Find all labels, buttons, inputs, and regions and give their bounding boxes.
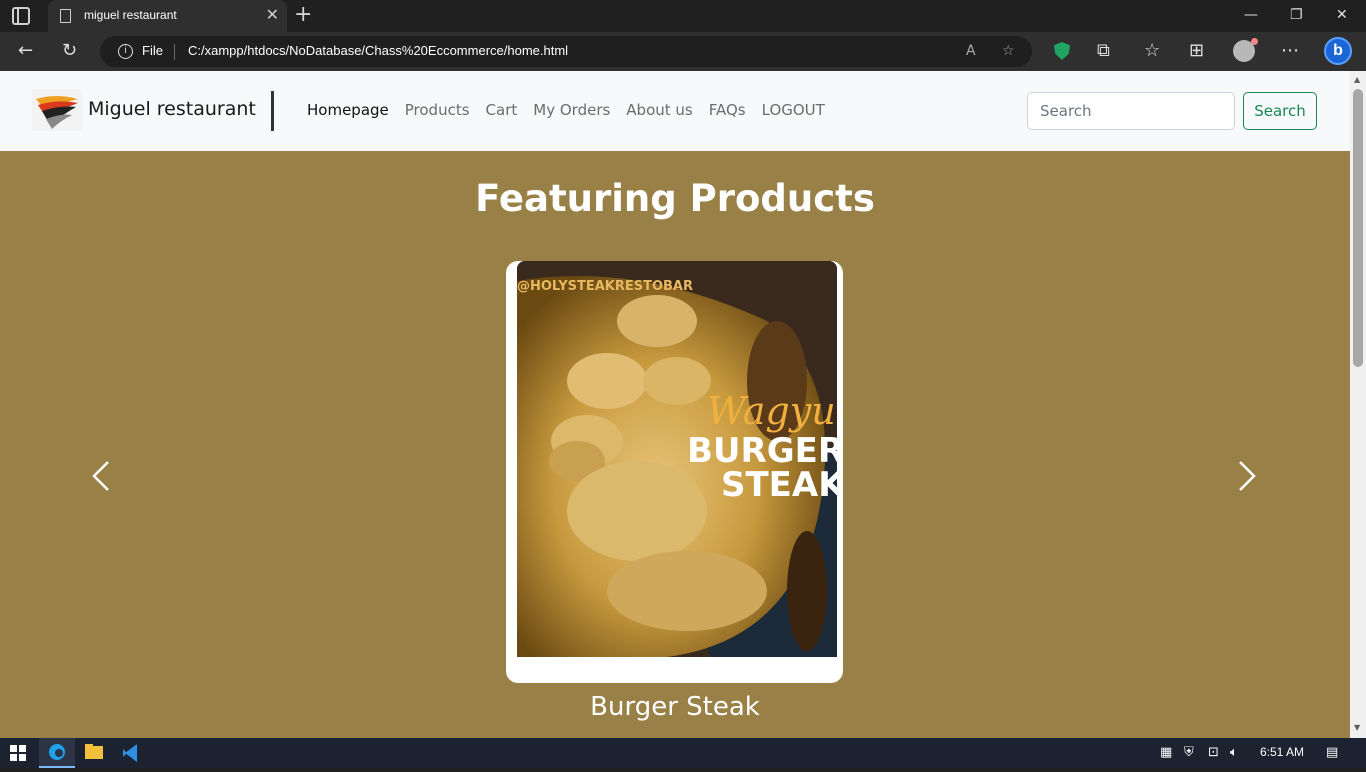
nav-cart[interactable]: Cart [486,101,518,119]
edge-taskbar-icon[interactable] [39,738,75,768]
page-viewport: Miguel restaurant Homepage Products Cart… [0,71,1350,738]
page-icon [60,9,71,23]
product-caption: Burger Steak [590,692,760,722]
search-button[interactable]: Search [1243,92,1317,130]
collections-icon[interactable]: ⊞ [1189,41,1204,61]
back-icon[interactable]: ← [18,41,33,61]
profile-avatar[interactable] [1233,38,1258,62]
close-window-icon[interactable]: ✕ [1336,5,1348,25]
section-title: Featuring Products [475,177,875,220]
windows-taskbar: ▦ ⛨ ⊡ 🔈︎ 6:51 AM ▤ [0,738,1366,768]
carousel-next-icon[interactable] [1232,456,1262,496]
tab-actions-icon[interactable] [12,7,30,25]
new-tab-icon[interactable]: + [294,4,312,26]
restaurant-logo[interactable] [32,89,82,131]
site-navbar: Miguel restaurant Homepage Products Cart… [0,71,1350,151]
url-text[interactable]: C:/xampp/htdocs/NoDatabase/Chass%20Eccom… [188,43,568,58]
scroll-thumb[interactable] [1353,89,1363,367]
windows-start-icon[interactable] [10,745,26,761]
search-input[interactable] [1027,92,1235,130]
info-icon[interactable]: i [118,44,133,59]
wifi-icon[interactable]: ⊡ [1208,745,1219,760]
security-tray-icon[interactable]: ⛨ [1184,745,1194,760]
image-title-line2: STEAK [721,465,837,505]
nav-products[interactable]: Products [405,101,470,119]
nav-about-us[interactable]: About us [626,101,692,119]
browser-tab[interactable]: miguel restaurant ✕ [48,0,287,32]
nav-my-orders[interactable]: My Orders [533,101,610,119]
page-scrollbar[interactable]: ▲ ▼ [1350,71,1366,738]
vscode-taskbar-icon[interactable] [113,738,149,768]
address-bar[interactable]: i File C:/xampp/htdocs/NoDatabase/Chass%… [100,36,1032,67]
product-image[interactable]: @HOLYSTEAKRESTOBAR Wagyu BURGER STEAK [517,261,837,657]
refresh-icon[interactable]: ↻ [62,41,77,61]
main-nav: Homepage Products Cart My Orders About u… [307,101,825,119]
image-script-text: Wagyu [707,389,836,433]
brand-divider [271,91,274,131]
read-aloud-icon[interactable]: A [966,43,976,59]
restore-icon[interactable]: ❐ [1290,5,1303,25]
add-favorite-icon[interactable]: ☆ [1002,43,1015,59]
tab-bar: miguel restaurant ✕ + — ❐ ✕ [0,0,1366,32]
address-divider [174,44,175,60]
image-watermark: @HOLYSTEAKRESTOBAR [517,279,694,294]
nav-homepage[interactable]: Homepage [307,101,389,119]
notifications-icon[interactable]: ▤ [1326,745,1338,760]
minimize-icon[interactable]: — [1244,5,1258,25]
volume-icon[interactable]: 🔈︎ [1230,745,1238,760]
close-tab-icon[interactable]: ✕ [266,6,279,24]
more-menu-icon[interactable]: ⋯ [1281,41,1299,61]
browser-toolbar: ← ↻ i File C:/xampp/htdocs/NoDatabase/Ch… [0,32,1366,71]
nav-logout[interactable]: LOGOUT [762,101,825,119]
brand-name[interactable]: Miguel restaurant [88,98,256,120]
bing-icon[interactable]: b [1324,37,1352,65]
nav-faqs[interactable]: FAQs [709,101,746,119]
product-card[interactable]: @HOLYSTEAKRESTOBAR Wagyu BURGER STEAK [506,261,843,683]
shield-extension-icon[interactable] [1054,42,1070,60]
carousel-prev-icon[interactable] [86,456,116,496]
scroll-up-icon[interactable]: ▲ [1354,75,1360,84]
favorites-icon[interactable]: ☆ [1144,41,1160,61]
taskbar-clock[interactable]: 6:51 AM [1260,745,1304,759]
tab-title: miguel restaurant [84,8,177,22]
scroll-down-icon[interactable]: ▼ [1354,723,1360,732]
network-status-icon[interactable]: ▦ [1160,745,1172,760]
file-explorer-taskbar-icon[interactable] [76,738,112,768]
address-scheme-label: File [142,43,163,58]
extensions-icon[interactable]: ⧉ [1097,41,1110,61]
